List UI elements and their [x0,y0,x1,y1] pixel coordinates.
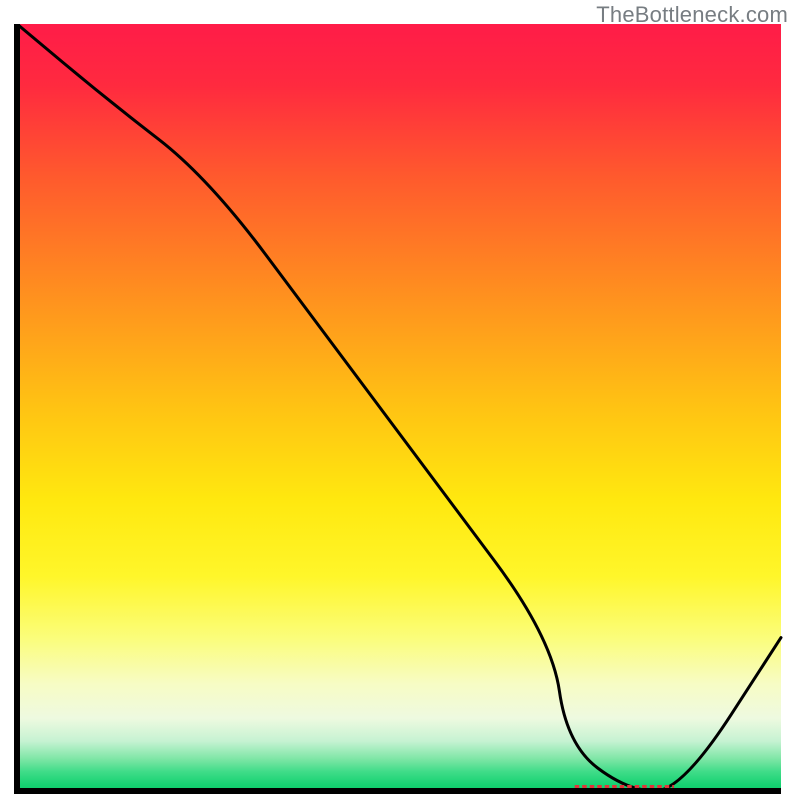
bottleneck-chart [14,24,784,794]
gradient-background [17,24,781,791]
chart-frame [14,24,784,794]
